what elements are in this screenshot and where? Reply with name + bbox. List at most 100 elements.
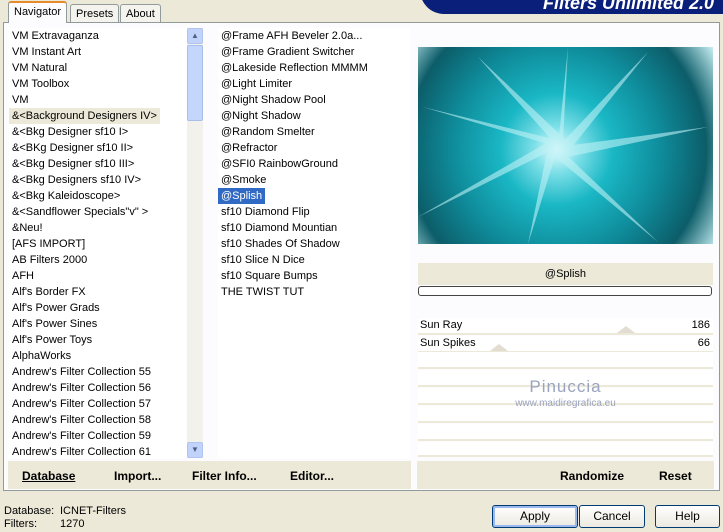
category-item[interactable]: Alf's Power Grads bbox=[9, 300, 187, 316]
tab-about[interactable]: About bbox=[120, 4, 161, 23]
param-slider[interactable]: Sun Spikes 66 bbox=[418, 336, 713, 353]
filter-label: @Smoke bbox=[221, 174, 267, 186]
category-item[interactable]: &<Bkg Designers sf10 IV> bbox=[9, 172, 187, 188]
filter-item[interactable]: @Night Shadow bbox=[218, 108, 410, 124]
category-label: Alf's Power Sines bbox=[12, 318, 98, 330]
filter-item[interactable]: sf10 Diamond Mountian bbox=[218, 220, 410, 236]
category-item[interactable]: VM Natural bbox=[9, 60, 187, 76]
category-item[interactable]: Alf's Border FX bbox=[9, 284, 187, 300]
filter-item[interactable]: sf10 Diamond Flip bbox=[218, 204, 410, 220]
category-item[interactable]: Andrew's Filter Collection 59 bbox=[9, 428, 187, 444]
category-list[interactable]: VM Extravaganza VM Instant Art VM Natural V… bbox=[9, 28, 187, 458]
filter-label: sf10 Diamond Flip bbox=[221, 206, 310, 218]
category-label: &Neu! bbox=[12, 222, 43, 234]
scroll-up-icon[interactable]: ▲ bbox=[187, 28, 203, 44]
filter-label: @Splish bbox=[218, 188, 266, 204]
category-label: Andrew's Filter Collection 59 bbox=[12, 430, 152, 442]
filter-name-label: @Splish bbox=[418, 263, 713, 285]
category-item[interactable]: VM Instant Art bbox=[9, 44, 187, 60]
filter-label: @Refractor bbox=[221, 142, 278, 154]
filter-item[interactable]: sf10 Slice N Dice bbox=[218, 252, 410, 268]
slider-thumb[interactable] bbox=[616, 326, 635, 333]
tab-navigator[interactable]: Navigator bbox=[8, 1, 68, 23]
reset-button[interactable]: Reset bbox=[659, 469, 692, 483]
tab-presets[interactable]: Presets bbox=[70, 4, 120, 23]
category-item[interactable]: Andrew's Filter Collection 61 bbox=[9, 444, 187, 458]
filter-info-button[interactable]: Filter Info... bbox=[192, 469, 257, 483]
category-item[interactable]: &<Background Designers IV> bbox=[9, 108, 187, 124]
category-item[interactable]: &<Bkg Designer sf10 I> bbox=[9, 124, 187, 140]
category-item[interactable]: Andrew's Filter Collection 55 bbox=[9, 364, 187, 380]
empty-param-row bbox=[418, 442, 713, 457]
import-button[interactable]: Import... bbox=[114, 469, 161, 483]
category-item[interactable]: Alf's Power Toys bbox=[9, 332, 187, 348]
category-item[interactable]: VM bbox=[9, 92, 187, 108]
category-label: [AFS IMPORT] bbox=[12, 238, 86, 250]
param-label: Sun Spikes bbox=[420, 337, 476, 349]
category-item[interactable]: &Neu! bbox=[9, 220, 187, 236]
param-slider[interactable]: Sun Ray 186 bbox=[418, 318, 713, 335]
database-button[interactable]: Database bbox=[22, 469, 75, 483]
editor-button[interactable]: Editor... bbox=[290, 469, 334, 483]
category-label: Andrew's Filter Collection 57 bbox=[12, 398, 152, 410]
category-item[interactable]: &<BKg Designer sf10 II> bbox=[9, 140, 187, 156]
category-label: &<Sandflower Specials"v" > bbox=[12, 206, 149, 218]
slider-thumb[interactable] bbox=[489, 344, 508, 351]
category-item[interactable]: Andrew's Filter Collection 56 bbox=[9, 380, 187, 396]
category-label: &<Bkg Kaleidoscope> bbox=[12, 190, 121, 202]
watermark-name: Pinuccia bbox=[529, 377, 602, 396]
category-item[interactable]: Andrew's Filter Collection 57 bbox=[9, 396, 187, 412]
scroll-thumb[interactable] bbox=[187, 45, 203, 121]
empty-param-row bbox=[418, 424, 713, 441]
category-scrollbar[interactable]: ▲ ▼ bbox=[187, 28, 203, 458]
filter-item[interactable]: @Night Shadow Pool bbox=[218, 92, 410, 108]
category-label: VM Toolbox bbox=[12, 78, 70, 90]
category-item[interactable]: AFH bbox=[9, 268, 187, 284]
apply-button[interactable]: Apply bbox=[492, 505, 578, 528]
filter-item[interactable]: @Smoke bbox=[218, 172, 410, 188]
filter-label: sf10 Shades Of Shadow bbox=[221, 238, 340, 250]
filter-item[interactable]: @Lakeside Reflection MMMM bbox=[218, 60, 410, 76]
category-item[interactable]: AB Filters 2000 bbox=[9, 252, 187, 268]
watermark-url: www.maidiregrafica.eu bbox=[515, 398, 616, 409]
param-value: 66 bbox=[697, 337, 710, 349]
category-label: VM Extravaganza bbox=[12, 30, 99, 42]
randomize-button[interactable]: Randomize bbox=[560, 469, 624, 483]
filter-list[interactable]: @Frame AFH Beveler 2.0a... @Frame Gradien… bbox=[218, 28, 410, 458]
filter-item[interactable]: @SFI0 RainbowGround bbox=[218, 156, 410, 172]
filter-item[interactable]: sf10 Shades Of Shadow bbox=[218, 236, 410, 252]
category-item[interactable]: &<Sandflower Specials"v" > bbox=[9, 204, 187, 220]
category-label: Andrew's Filter Collection 55 bbox=[12, 366, 152, 378]
filter-item[interactable]: @Frame AFH Beveler 2.0a... bbox=[218, 28, 410, 44]
category-label: Andrew's Filter Collection 61 bbox=[12, 446, 152, 458]
category-item[interactable]: Alf's Power Sines bbox=[9, 316, 187, 332]
category-item[interactable]: Andrew's Filter Collection 58 bbox=[9, 412, 187, 428]
filter-item[interactable]: @Random Smelter bbox=[218, 124, 410, 140]
help-button[interactable]: Help bbox=[655, 505, 720, 528]
category-item[interactable]: VM Extravaganza bbox=[9, 28, 187, 44]
filter-item[interactable]: sf10 Square Bumps bbox=[218, 268, 410, 284]
filters-label: Filters: bbox=[4, 518, 37, 530]
category-item[interactable]: AlphaWorks bbox=[9, 348, 187, 364]
cancel-button[interactable]: Cancel bbox=[579, 505, 645, 528]
filter-label: sf10 Diamond Mountian bbox=[221, 222, 338, 234]
param-label: Sun Ray bbox=[420, 319, 463, 331]
category-label: Alf's Power Grads bbox=[12, 302, 100, 314]
category-label: VM Instant Art bbox=[12, 46, 82, 58]
scroll-down-icon[interactable]: ▼ bbox=[187, 442, 203, 458]
progress-bar bbox=[418, 286, 712, 296]
category-item[interactable]: VM Toolbox bbox=[9, 76, 187, 92]
preview-image bbox=[418, 47, 713, 244]
filter-item[interactable]: THE TWIST TUT bbox=[218, 284, 410, 300]
category-label: Alf's Border FX bbox=[12, 286, 86, 298]
category-item[interactable]: [AFS IMPORT] bbox=[9, 236, 187, 252]
category-item[interactable]: &<Bkg Kaleidoscope> bbox=[9, 188, 187, 204]
filter-item[interactable]: @Frame Gradient Switcher bbox=[218, 44, 410, 60]
filter-item[interactable]: @Light Limiter bbox=[218, 76, 410, 92]
category-label: Andrew's Filter Collection 58 bbox=[12, 414, 152, 426]
filter-item[interactable]: @Refractor bbox=[218, 140, 410, 156]
category-item[interactable]: &<Bkg Designer sf10 III> bbox=[9, 156, 187, 172]
filter-label: @Light Limiter bbox=[221, 78, 293, 90]
param-value: 186 bbox=[691, 319, 710, 331]
filter-item[interactable]: @Splish bbox=[218, 188, 410, 204]
